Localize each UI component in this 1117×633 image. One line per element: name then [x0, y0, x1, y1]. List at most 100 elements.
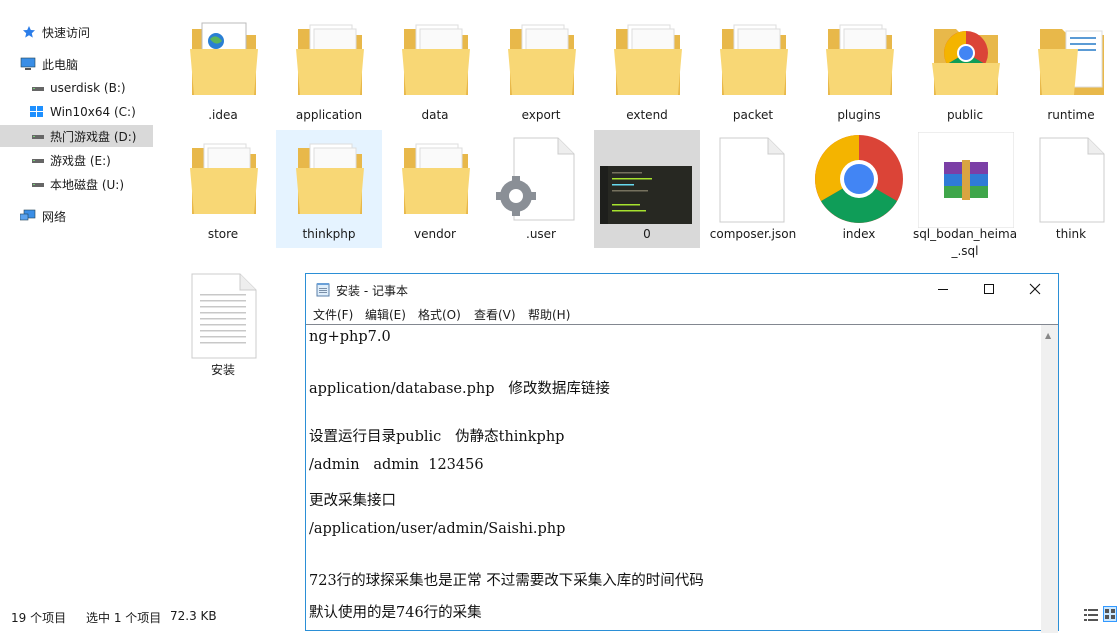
- menu-format[interactable]: 格式(O): [418, 306, 461, 323]
- menu-edit[interactable]: 编辑(E): [365, 306, 406, 323]
- file-item-public[interactable]: public: [912, 11, 1018, 129]
- folder-icon: [382, 130, 488, 225]
- scroll-up-icon[interactable]: ▲: [1045, 331, 1051, 340]
- text-file-icon: [170, 266, 276, 361]
- item-count: 19 个项目: [11, 611, 67, 625]
- file-item-index[interactable]: index: [806, 130, 912, 248]
- file-item-plugins[interactable]: plugins: [806, 11, 912, 129]
- drive-icon: [32, 159, 44, 163]
- blank-file-icon: [1018, 130, 1117, 225]
- nav-drive-b[interactable]: userdisk (B:): [0, 77, 153, 99]
- drive-icon: [32, 183, 44, 187]
- selection-size: 72.3 KB: [170, 609, 217, 623]
- maximize-button[interactable]: [966, 274, 1012, 304]
- text-line: 723行的球探采集也是正常 不过需要改下采集入库的时间代码: [309, 573, 704, 589]
- menu-file[interactable]: 文件(F): [313, 306, 353, 323]
- file-item-application[interactable]: application: [276, 11, 382, 129]
- folder-icon: [382, 11, 488, 106]
- nav-drive-e[interactable]: 游戏盘 (E:): [0, 149, 153, 171]
- file-name: data: [421, 108, 449, 122]
- folder-icon: [700, 11, 806, 106]
- file-item-vendor[interactable]: vendor: [382, 130, 488, 248]
- nav-label: Win10x64 (C:): [50, 105, 136, 119]
- nav-quick-access[interactable]: 快速访问: [0, 21, 153, 43]
- folder-icon: [488, 11, 594, 106]
- star-icon: [23, 26, 35, 38]
- file-item-anzhuang[interactable]: 安装: [170, 266, 276, 384]
- file-name: 0: [643, 227, 651, 241]
- drive-icon: [32, 135, 44, 139]
- file-item-0[interactable]: 0: [594, 130, 700, 248]
- file-name: .user: [526, 227, 556, 241]
- computer-icon: [20, 57, 36, 70]
- title-bar[interactable]: 安装 - 记事本: [306, 274, 1058, 304]
- navigation-pane: 快速访问 此电脑 userdisk (B:) Win10x64 (C:) 热门游…: [0, 0, 155, 600]
- file-name: vendor: [414, 227, 456, 241]
- file-item-packet[interactable]: packet: [700, 11, 806, 129]
- network-icon: [20, 209, 36, 221]
- file-item-think[interactable]: think: [1018, 130, 1117, 248]
- file-name: think: [1055, 227, 1087, 241]
- notepad-window: 安装 - 记事本 文件(F) 编辑(E) 格式(O) 查看(V) 帮助(H) n…: [305, 273, 1059, 633]
- details-view-icon[interactable]: [1084, 608, 1098, 625]
- file-item-extend[interactable]: extend: [594, 11, 700, 129]
- text-editor[interactable]: ng+php7.0 application/database.php 修改数据库…: [306, 324, 1058, 633]
- close-button[interactable]: [1012, 274, 1058, 304]
- folder-icon: [276, 11, 382, 106]
- nav-drive-c[interactable]: Win10x64 (C:): [0, 101, 153, 123]
- file-name: thinkphp: [302, 227, 356, 241]
- file-item-store[interactable]: store: [170, 130, 276, 248]
- file-name: store: [207, 227, 239, 241]
- file-name: public: [946, 108, 984, 122]
- file-item-data[interactable]: data: [382, 11, 488, 129]
- nav-network[interactable]: 网络: [0, 205, 153, 227]
- folder-icon: [806, 11, 912, 106]
- selection-count: 选中 1 个项目: [86, 611, 162, 625]
- image-thumbnail-icon: [594, 130, 700, 225]
- window-title: 安装 - 记事本: [336, 284, 408, 298]
- file-name: export: [521, 108, 561, 122]
- folder-with-web-page-icon: [170, 11, 276, 106]
- vertical-scrollbar[interactable]: ▲: [1041, 325, 1058, 633]
- nav-label: 快速访问: [42, 25, 91, 40]
- file-name: plugins: [837, 108, 881, 122]
- blank-file-icon: [700, 130, 806, 225]
- text-line: 设置运行目录public 伪静态thinkphp: [309, 429, 565, 445]
- file-name: runtime: [1047, 108, 1095, 122]
- menu-view[interactable]: 查看(V): [474, 306, 516, 323]
- file-item-thinkphp[interactable]: thinkphp: [276, 130, 382, 248]
- chrome-icon: [806, 130, 912, 225]
- nav-drive-d[interactable]: 热门游戏盘 (D:): [0, 125, 153, 147]
- minimize-button[interactable]: [920, 274, 966, 304]
- file-item-runtime[interactable]: runtime: [1018, 11, 1117, 129]
- file-name: packet: [732, 108, 774, 122]
- settings-file-icon: [488, 130, 594, 225]
- file-item-export[interactable]: export: [488, 11, 594, 129]
- nav-label: 游戏盘 (E:): [50, 153, 111, 168]
- text-line: application/database.php 修改数据库链接: [309, 381, 610, 397]
- file-name: composer.json: [709, 227, 797, 241]
- file-name: index: [842, 227, 876, 241]
- file-item-composer-json[interactable]: composer.json: [700, 130, 806, 248]
- folder-icon: [170, 130, 276, 225]
- file-name: application: [295, 108, 363, 122]
- menu-help[interactable]: 帮助(H): [528, 306, 570, 323]
- text-line: 更改采集接口: [309, 493, 396, 509]
- folder-with-chrome-icon: [912, 11, 1018, 106]
- text-line: 默认使用的是746行的采集: [309, 605, 482, 621]
- file-item-idea[interactable]: .idea: [170, 11, 276, 129]
- file-item-sql[interactable]: sql_bodan_heima_.sql: [912, 130, 1018, 258]
- large-icons-view-icon[interactable]: [1103, 606, 1117, 625]
- nav-drive-u[interactable]: 本地磁盘 (U:): [0, 173, 153, 195]
- text-line: ng+php7.0: [309, 329, 391, 345]
- nav-label: 本地磁盘 (U:): [50, 177, 125, 192]
- nav-label: userdisk (B:): [50, 81, 126, 95]
- file-item-user[interactable]: .user: [488, 130, 594, 248]
- nav-this-pc[interactable]: 此电脑: [0, 53, 153, 75]
- folder-icon: [594, 11, 700, 106]
- nav-label: 此电脑: [42, 57, 79, 72]
- notepad-icon: [316, 283, 330, 297]
- menu-bar: 文件(F) 编辑(E) 格式(O) 查看(V) 帮助(H): [306, 304, 1058, 324]
- windows-drive-icon: [30, 106, 43, 117]
- text-line: /admin admin 123456: [309, 457, 484, 473]
